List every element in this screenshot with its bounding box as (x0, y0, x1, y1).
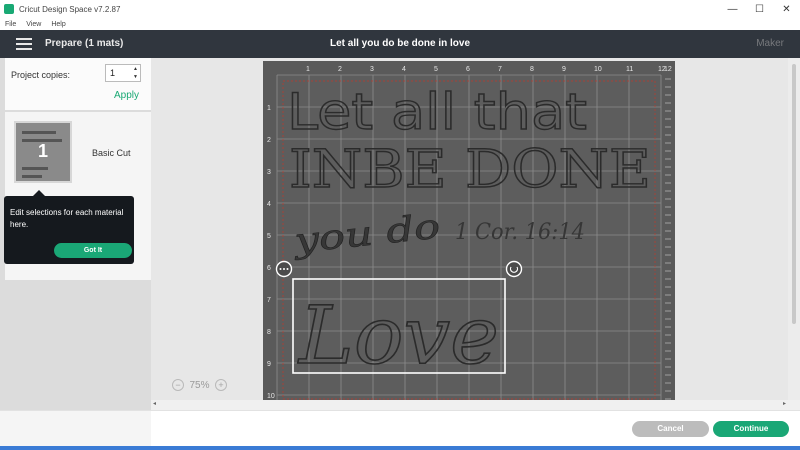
mat-top-ruler-label: 4 (402, 66, 406, 73)
footer-bar: Cancel Continue (0, 410, 800, 450)
rotate-handle-icon[interactable] (505, 260, 523, 278)
project-copies-label: Project copies: (11, 70, 71, 80)
window-title-bar: Cricut Design Space v7.2.87 — ☐ ✕ (0, 0, 800, 18)
project-title: Let all you do be done in love (329, 38, 470, 49)
mat-left-ruler-label: 6 (267, 265, 271, 272)
mat-top-ruler-label: 6 (466, 66, 470, 73)
window-border (0, 446, 800, 450)
mat-grid: 1 2 3 4 5 6 7 8 9 10 11 12 12345678910 12 Let all t… (267, 66, 672, 401)
menu-bar: File View Help (0, 18, 800, 30)
continue-button[interactable]: Continue (713, 421, 789, 437)
design-text-line-4[interactable]: 1 Cor. 16:14 (455, 220, 585, 245)
cancel-button[interactable]: Cancel (632, 421, 709, 437)
zoom-in-button[interactable]: + (214, 379, 227, 391)
mat-cut-type: Basic Cut (92, 148, 131, 158)
mat-left-ruler-label: 1 (267, 105, 271, 112)
mat-top-ruler-label: 10 (594, 66, 602, 73)
mat-top-ruler-label: 2 (338, 66, 342, 73)
mat-left-ruler-label: 3 (267, 169, 271, 176)
mat-left-ruler-label: 2 (267, 137, 271, 144)
app-header: Prepare (1 mats) Let all you do be done … (0, 30, 800, 58)
mat-left-ruler-label: 10 (267, 393, 275, 400)
design-text-line-1[interactable]: Let all that (286, 82, 587, 141)
mat-left-ruler-label: 8 (267, 329, 271, 336)
copies-stepper-icon[interactable]: ▲ ▼ (133, 65, 138, 81)
project-copies-input[interactable]: 1 ▲ ▼ (105, 64, 141, 82)
project-copies-value: 1 (110, 68, 116, 78)
menu-view[interactable]: View (26, 21, 41, 28)
mat-left-ruler-label: 5 (267, 233, 271, 240)
vertical-scroll-thumb[interactable] (792, 64, 796, 324)
mat-left-ruler-label: 9 (267, 361, 271, 368)
cricut-app-icon (4, 4, 14, 14)
tooltip-text: Edit selections for each material here. (10, 208, 124, 229)
zoom-control: − 75% + (172, 377, 227, 393)
mat-thumbnail[interactable]: 1 (14, 121, 72, 183)
mat-top-ruler-label: 11 (626, 66, 633, 73)
mat-top-ruler-label: 8 (530, 66, 534, 73)
project-copies-section: Project copies: 1 ▲ ▼ Apply (5, 58, 151, 110)
got-it-button[interactable]: Got It (54, 243, 132, 258)
mat-top-ruler-label: 1 (306, 66, 310, 73)
mat-top-ruler-label: 7 (498, 66, 502, 73)
minimize-button[interactable]: — (719, 0, 746, 18)
vertical-scrollbar[interactable] (788, 58, 800, 400)
maximize-button[interactable]: ☐ (746, 0, 773, 18)
machine-name: Maker (756, 38, 784, 49)
material-tooltip: Edit selections for each material here. … (4, 190, 134, 264)
zoom-out-button[interactable]: − (172, 379, 184, 391)
cutting-mat[interactable]: 1 2 3 4 5 6 7 8 9 10 11 12 1 2 3 4 5 6 7 8 9 10 12 Let all t… (263, 61, 675, 401)
mat-number: 1 (37, 141, 48, 161)
scroll-right-icon[interactable]: ▸ (783, 400, 786, 407)
tooltip-arrow (33, 190, 45, 196)
horizontal-scrollbar[interactable]: ◂ ▸ (151, 400, 800, 410)
design-text-line-2[interactable]: INBE DONE (288, 139, 651, 200)
window-title: Cricut Design Space v7.2.87 (19, 4, 121, 14)
design-text-love[interactable]: Love (296, 288, 500, 383)
zoom-level: 75% (189, 379, 210, 391)
mat-top-ruler-label: 9 (562, 66, 566, 73)
mat-right-ruler-label: 12 (664, 66, 672, 73)
menu-file[interactable]: File (5, 21, 16, 28)
scroll-left-icon[interactable]: ◂ (153, 400, 156, 407)
close-button[interactable]: ✕ (773, 0, 800, 18)
apply-button[interactable]: Apply (114, 90, 139, 101)
mat-top-ruler-label: 5 (434, 66, 438, 73)
menu-help[interactable]: Help (51, 21, 65, 28)
mat-top-ruler-label: 3 (370, 66, 374, 73)
mat-left-ruler-label: 4 (267, 201, 271, 208)
mat-left-ruler-label: 7 (267, 297, 271, 304)
